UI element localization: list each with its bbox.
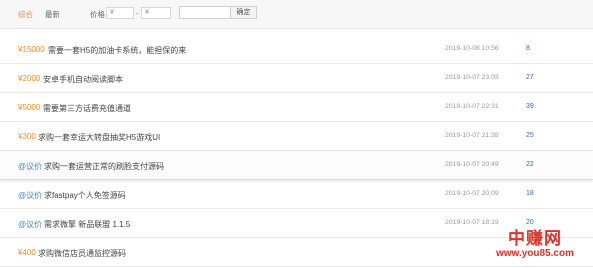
posted-time: 2019-10-08 10:56 [445,45,499,52]
price-label: @议价 [18,162,43,171]
tab-latest[interactable]: 最新 [45,9,60,20]
list-item[interactable]: ¥2000 安卓手机自动阅读脚本 2019-10-07 23:03 27 [0,64,593,93]
list-item[interactable]: ¥300 求购一套幸运大转盘抽奖H5游戏UI 2019-10-07 21:28 … [0,122,593,151]
item-title-link[interactable]: 求购一套运营正常的刷脸支付源码 [44,161,164,172]
posted-time: 2019-10-07 20:09 [445,190,499,197]
posted-time: 2019-10-07 20:49 [445,161,499,168]
posted-time: 2019-10-07 22:31 [445,103,499,110]
list-item[interactable]: @议价 求fastpay个人免签源码 2019-10-07 20:09 18 [0,180,593,209]
watermark-title: 中赚网 [508,229,562,248]
currency-symbol: ¥ [145,9,149,16]
reply-count: 25 [526,132,534,139]
reply-count: 8 [526,45,530,52]
list-item[interactable]: @议价 求购一套运营正常的刷脸支付源码 2019-10-07 20:49 22 [0,151,593,180]
item-title-link[interactable]: 需要第三方话费充值通道 [43,103,131,114]
price-max-input[interactable]: ¥ [141,7,171,19]
price-label: ¥15000 [18,45,45,54]
reply-count: 22 [526,161,534,168]
filter-bar: 综合 最新 价格 ¥ - ¥ 确定 [0,0,593,29]
price-label: ¥300 [18,132,36,141]
price-label: @议价 [18,220,43,229]
price-range-separator: - [136,9,139,18]
price-label: ¥2000 [18,74,41,83]
reply-count: 27 [526,74,534,81]
list-item[interactable]: ¥15000 需要一套H5的加油卡系统，能担保的来 2019-10-08 10:… [0,35,593,64]
item-title-link[interactable]: 安卓手机自动阅读脚本 [43,74,123,85]
posted-time: 2019-10-07 23:03 [445,74,499,81]
item-title-link[interactable]: 需求微擎 新品联盟 1.1.5 [44,219,130,230]
currency-symbol: ¥ [110,9,114,16]
posted-time: 2019-10-07 18:19 [445,219,499,226]
reply-count: 39 [526,103,534,110]
price-label: ¥400 [18,248,36,257]
item-title-link[interactable]: 求fastpay个人免签源码 [44,190,126,201]
item-title-link[interactable]: 需要一套H5的加油卡系统，能担保的来 [48,45,186,56]
confirm-button[interactable]: 确定 [230,6,257,19]
price-label: @议价 [18,191,43,200]
reply-count: 18 [526,190,534,197]
price-label: ¥5000 [18,103,41,112]
posted-time: 2019-10-07 21:28 [445,132,499,139]
site-watermark: 中赚网 www.you85.com [485,230,585,264]
item-title-link[interactable]: 求购一套幸运大转盘抽奖H5游戏UI [38,132,160,143]
reply-count: 20 [526,219,534,226]
watermark-url: www.you85.com [496,248,574,259]
list-item[interactable]: ¥5000 需要第三方话费充值通道 2019-10-07 22:31 39 [0,93,593,122]
tab-comprehensive[interactable]: 综合 [18,9,33,20]
item-title-link[interactable]: 求购微信店员通监控源码 [38,248,126,259]
search-input[interactable] [179,6,231,19]
price-min-input[interactable]: ¥ [106,7,134,19]
price-filter-label: 价格 [90,10,105,19]
